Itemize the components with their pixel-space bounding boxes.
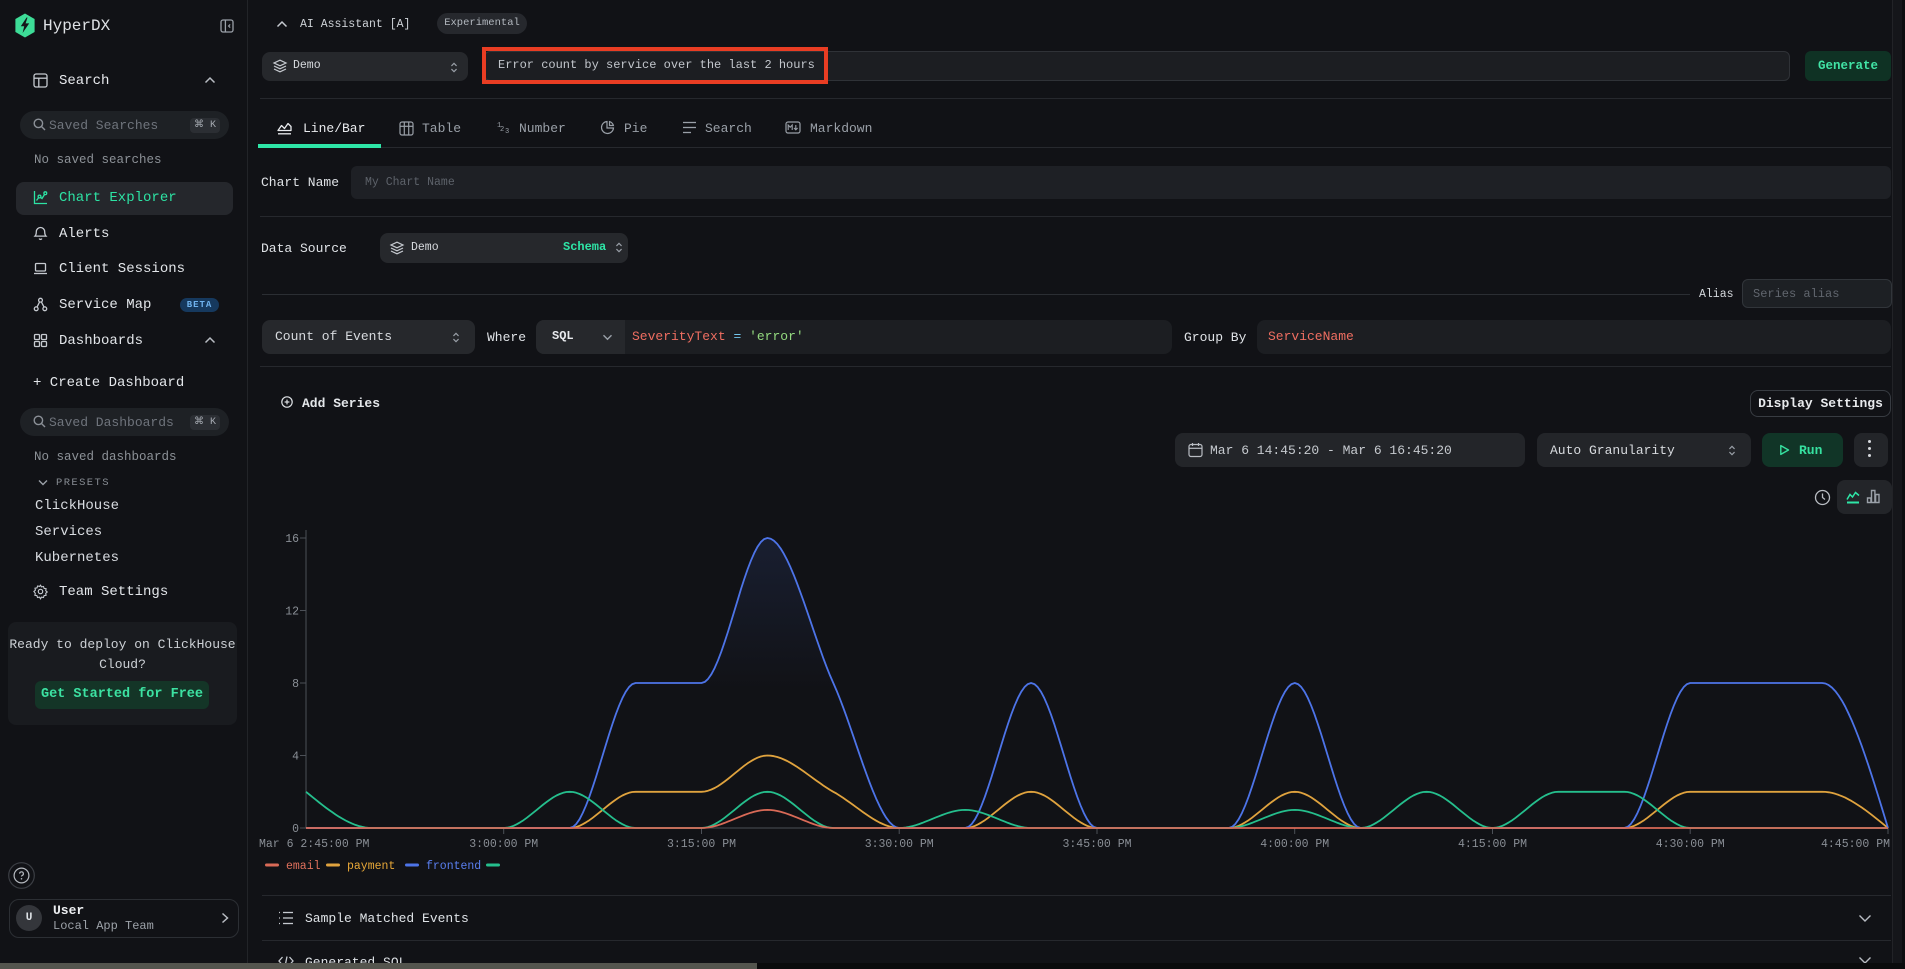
svg-text:0: 0 (292, 823, 299, 836)
svg-text:Mar 6 2:45:00 PM: Mar 6 2:45:00 PM (259, 838, 370, 851)
svg-text:3:45:00 PM: 3:45:00 PM (1062, 838, 1131, 851)
svg-text:frontend: frontend (426, 860, 481, 873)
svg-text:3:30:00 PM: 3:30:00 PM (865, 838, 934, 851)
svg-text:4: 4 (292, 751, 299, 764)
svg-text:2: 2 (500, 126, 504, 134)
svg-text:4:30:00 PM: 4:30:00 PM (1656, 838, 1725, 851)
svg-text:email: email (286, 860, 321, 873)
svg-text:3:15:00 PM: 3:15:00 PM (667, 838, 736, 851)
svg-text:4:00:00 PM: 4:00:00 PM (1260, 838, 1329, 851)
svg-text:3:00:00 PM: 3:00:00 PM (469, 838, 538, 851)
svg-text:16: 16 (285, 533, 299, 546)
svg-text:4:45:00 PM: 4:45:00 PM (1821, 838, 1890, 851)
svg-text:8: 8 (292, 678, 299, 691)
svg-text:12: 12 (285, 606, 299, 619)
svg-text:payment: payment (347, 860, 395, 873)
svg-text:4:15:00 PM: 4:15:00 PM (1458, 838, 1527, 851)
svg-text:3: 3 (505, 128, 509, 136)
